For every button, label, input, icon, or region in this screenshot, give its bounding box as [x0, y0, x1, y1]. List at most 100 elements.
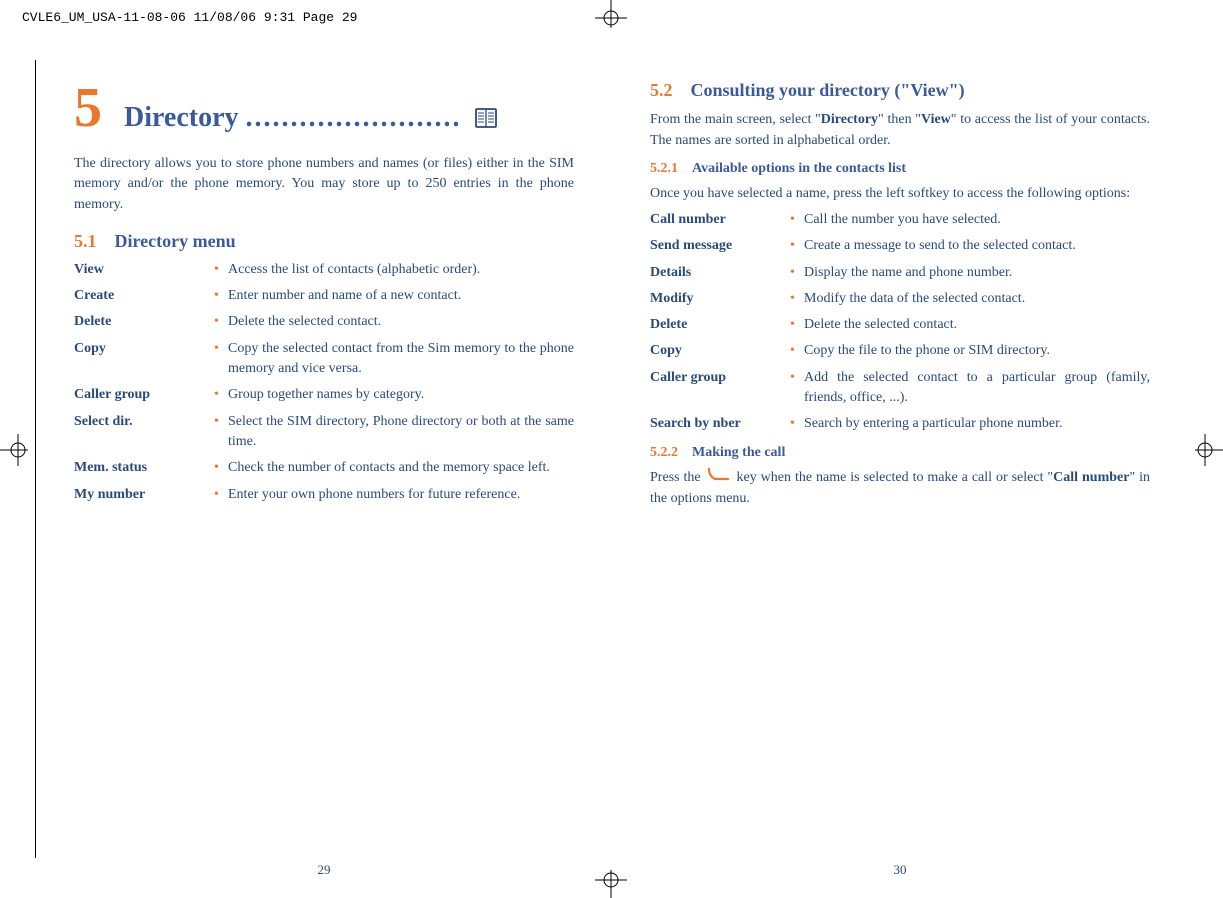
definition-row: Delete•Delete the selected contact.	[650, 315, 1150, 335]
definition-term: Delete	[74, 312, 214, 332]
section-title: Consulting your directory ("View")	[691, 80, 965, 100]
definition-description: Select the SIM directory, Phone director…	[228, 412, 574, 453]
text: Press the	[650, 470, 705, 485]
bullet-icon: •	[214, 312, 228, 332]
subsection-heading-5-2-2: 5.2.2 Making the call	[650, 445, 1150, 461]
definition-term: Select dir.	[74, 412, 214, 453]
definition-description: Check the number of contacts and the mem…	[228, 458, 574, 478]
print-header: CVLE6_UM_USA-11-08-06 11/08/06 9:31 Page…	[22, 10, 357, 25]
definition-row: Caller group•Add the selected contact to…	[650, 368, 1150, 409]
definition-row: Call number•Call the number you have sel…	[650, 210, 1150, 230]
definition-row: Select dir.•Select the SIM directory, Ph…	[74, 412, 574, 453]
definition-description: Modify the data of the selected contact.	[804, 289, 1150, 309]
subsection-number: 5.2.1	[650, 161, 678, 176]
directory-menu-list: View•Access the list of contacts (alphab…	[74, 260, 574, 505]
definition-row: My number•Enter your own phone numbers f…	[74, 485, 574, 505]
subsection-intro: Once you have selected a name, press the…	[650, 183, 1150, 204]
bold-text: View	[921, 112, 951, 127]
text: From the main screen, select "	[650, 112, 821, 127]
leader-dots: ........................	[246, 102, 462, 133]
bullet-icon: •	[214, 485, 228, 505]
definition-row: Send message•Create a message to send to…	[650, 236, 1150, 256]
section-title: Directory menu	[115, 231, 236, 251]
definition-term: Send message	[650, 236, 790, 256]
definition-description: Search by entering a particular phone nu…	[804, 414, 1150, 434]
section-heading-5-2: 5.2 Consulting your directory ("View")	[650, 80, 1150, 101]
bullet-icon: •	[790, 341, 804, 361]
subsection-title: Available options in the contacts list	[692, 161, 906, 176]
chapter-intro: The directory allows you to store phone …	[74, 154, 574, 215]
definition-description: Delete the selected contact.	[804, 315, 1150, 335]
definition-term: View	[74, 260, 214, 280]
definition-description: Group together names by category.	[228, 385, 574, 405]
definition-term: Caller group	[650, 368, 790, 409]
page-number: 29	[36, 862, 612, 878]
bullet-icon: •	[790, 414, 804, 434]
definition-term: Delete	[650, 315, 790, 335]
directory-icon	[475, 104, 497, 136]
definition-term: Details	[650, 263, 790, 283]
definition-row: Copy•Copy the selected contact from the …	[74, 339, 574, 380]
text: " then "	[878, 112, 921, 127]
definition-row: Search by nber•Search by entering a part…	[650, 414, 1150, 434]
section-intro: From the main screen, select "Directory"…	[650, 109, 1150, 151]
definition-row: Caller group•Group together names by cat…	[74, 385, 574, 405]
bullet-icon: •	[214, 385, 228, 405]
bullet-icon: •	[214, 339, 228, 380]
making-call-para: Press the key when the name is selected …	[650, 467, 1150, 509]
registration-mark-icon	[0, 434, 28, 466]
bullet-icon: •	[790, 236, 804, 256]
section-number: 5.2	[650, 80, 673, 100]
contact-options-list: Call number•Call the number you have sel…	[650, 210, 1150, 435]
call-key-icon	[708, 467, 730, 488]
definition-term: My number	[74, 485, 214, 505]
chapter-title: Directory ........................	[124, 102, 574, 136]
subsection-title: Making the call	[692, 445, 785, 460]
subsection-heading-5-2-1: 5.2.1 Available options in the contacts l…	[650, 161, 1150, 177]
section-heading-5-1: 5.1 Directory menu	[74, 231, 574, 252]
definition-description: Delete the selected contact.	[228, 312, 574, 332]
chapter-title-text: Directory	[124, 102, 239, 133]
definition-description: Copy the selected contact from the Sim m…	[228, 339, 574, 380]
definition-row: Copy•Copy the file to the phone or SIM d…	[650, 341, 1150, 361]
bullet-icon: •	[214, 260, 228, 280]
definition-row: Mem. status•Check the number of contacts…	[74, 458, 574, 478]
definition-term: Create	[74, 286, 214, 306]
definition-term: Copy	[74, 339, 214, 380]
definition-row: Details•Display the name and phone numbe…	[650, 263, 1150, 283]
registration-mark-icon	[1195, 434, 1223, 466]
page-number: 30	[612, 862, 1188, 878]
bullet-icon: •	[214, 412, 228, 453]
text: key when the name is selected to make a …	[737, 470, 1054, 485]
bullet-icon: •	[790, 315, 804, 335]
page-spread: 5 Directory ........................	[35, 60, 1188, 858]
bold-text: Call number	[1053, 470, 1129, 485]
bullet-icon: •	[214, 458, 228, 478]
definition-row: Delete•Delete the selected contact.	[74, 312, 574, 332]
chapter-number: 5	[74, 80, 102, 136]
subsection-number: 5.2.2	[650, 445, 678, 460]
bullet-icon: •	[790, 263, 804, 283]
definition-description: Enter your own phone numbers for future …	[228, 485, 574, 505]
bullet-icon: •	[790, 289, 804, 309]
definition-description: Enter number and name of a new contact.	[228, 286, 574, 306]
definition-description: Create a message to send to the selected…	[804, 236, 1150, 256]
definition-term: Search by nber	[650, 414, 790, 434]
definition-term: Caller group	[74, 385, 214, 405]
page-29: 5 Directory ........................	[35, 60, 612, 858]
definition-term: Call number	[650, 210, 790, 230]
bold-text: Directory	[821, 112, 878, 127]
definition-row: Create•Enter number and name of a new co…	[74, 286, 574, 306]
definition-description: Copy the file to the phone or SIM direct…	[804, 341, 1150, 361]
definition-description: Add the selected contact to a particular…	[804, 368, 1150, 409]
section-number: 5.1	[74, 231, 97, 251]
definition-description: Call the number you have selected.	[804, 210, 1150, 230]
bullet-icon: •	[214, 286, 228, 306]
definition-row: Modify•Modify the data of the selected c…	[650, 289, 1150, 309]
definition-description: Display the name and phone number.	[804, 263, 1150, 283]
chapter-heading: 5 Directory ........................	[74, 80, 574, 136]
registration-mark-icon	[595, 0, 627, 28]
bullet-icon: •	[790, 210, 804, 230]
definition-term: Mem. status	[74, 458, 214, 478]
definition-term: Modify	[650, 289, 790, 309]
